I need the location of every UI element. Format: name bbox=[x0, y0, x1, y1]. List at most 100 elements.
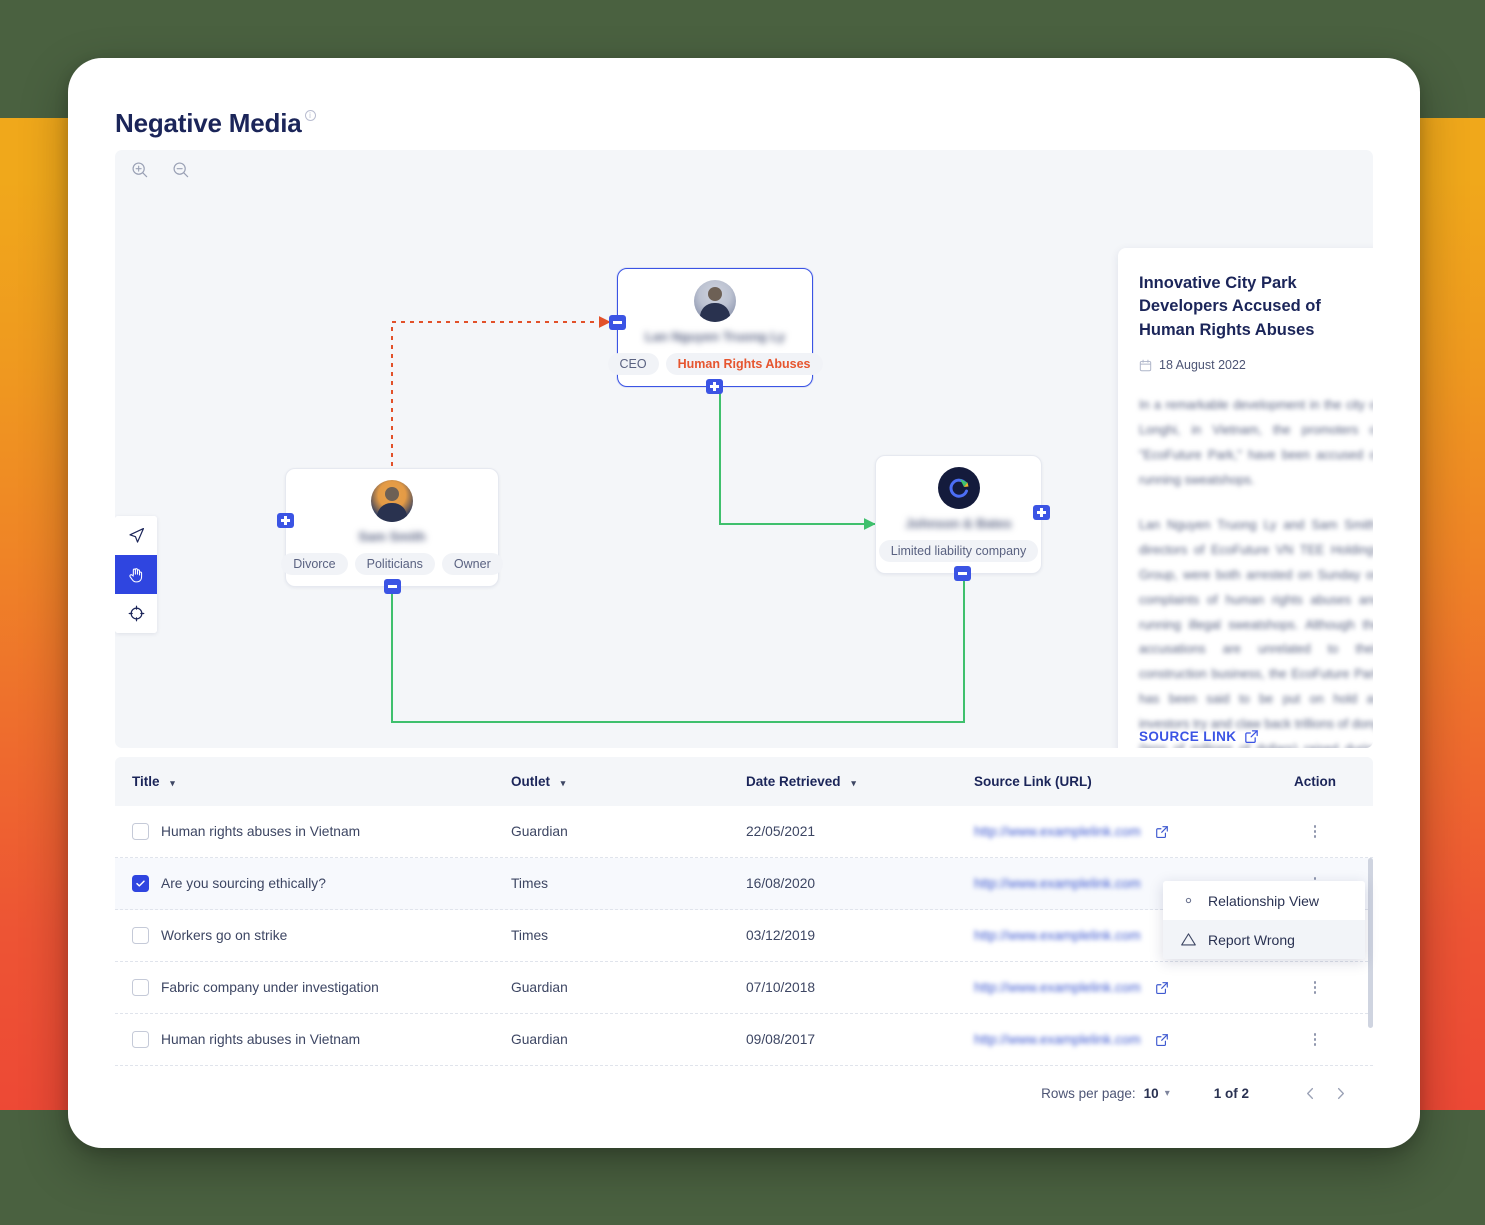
row-context-menu[interactable]: Relationship View Report Wrong bbox=[1163, 881, 1365, 959]
chevron-down-icon[interactable]: ▾ bbox=[1165, 1088, 1170, 1099]
warning-icon bbox=[1181, 933, 1196, 946]
cell-title: Workers go on strike bbox=[161, 928, 288, 943]
rows-per-page-value[interactable]: 10 bbox=[1144, 1086, 1159, 1101]
cell-title: Human rights abuses in Vietnam bbox=[161, 1032, 361, 1047]
graph-tool-palette bbox=[115, 516, 157, 633]
rows-per-page-label: Rows per page: bbox=[1041, 1085, 1136, 1101]
node-tag[interactable]: Owner bbox=[441, 553, 503, 575]
graph-node-person-ceo[interactable]: Lan Nguyen Truong Ly CEO Human Rights Ab… bbox=[607, 268, 823, 394]
relationship-graph-canvas[interactable]: Lan Nguyen Truong Ly CEO Human Rights Ab… bbox=[115, 150, 1373, 748]
source-url-text: http://www.examplelink.com bbox=[974, 824, 1141, 839]
row-checkbox[interactable] bbox=[132, 823, 149, 840]
row-actions-menu-button[interactable] bbox=[1274, 1033, 1356, 1046]
eye-icon bbox=[1185, 897, 1192, 904]
node-handle-collapse-bottom[interactable] bbox=[954, 566, 971, 581]
menu-item-label: Report Wrong bbox=[1208, 931, 1295, 948]
source-url-text: http://www.examplelink.com bbox=[974, 980, 1141, 995]
table-row[interactable]: Human rights abuses in Vietnam Guardian … bbox=[115, 1014, 1373, 1066]
node-handle-expand-right[interactable] bbox=[1033, 505, 1050, 520]
graph-node-company[interactable]: Johnson & Bates Limited liability compan… bbox=[875, 455, 1050, 581]
node-name: Sam Smith bbox=[358, 529, 426, 544]
cell-action bbox=[1274, 825, 1356, 838]
calendar-icon bbox=[1139, 359, 1152, 371]
next-page-button[interactable] bbox=[1325, 1078, 1355, 1108]
info-icon[interactable]: i bbox=[304, 110, 316, 121]
node-handle-expand-left[interactable] bbox=[277, 513, 294, 528]
node-tag[interactable]: CEO bbox=[607, 353, 659, 375]
column-label: Action bbox=[1294, 774, 1336, 789]
node-name: Johnson & Bates bbox=[905, 516, 1012, 531]
article-title: Innovative City Park Developers Accused … bbox=[1139, 274, 1321, 339]
avatar bbox=[371, 480, 413, 522]
article-paragraph: In a remarkable development in the city … bbox=[1139, 398, 1373, 487]
external-link-icon bbox=[1245, 730, 1259, 743]
table-scrollbar[interactable] bbox=[1368, 858, 1373, 1028]
node-tag[interactable]: Divorce bbox=[281, 553, 348, 575]
row-actions-menu-button[interactable] bbox=[1274, 981, 1356, 994]
cell-date: 03/12/2019 bbox=[746, 928, 816, 943]
company-logo-icon bbox=[937, 467, 980, 509]
article-date-row: 18 August 2022 bbox=[1139, 358, 1373, 372]
cell-date: 07/10/2018 bbox=[746, 980, 816, 995]
cell-outlet: Guardian bbox=[511, 1032, 568, 1047]
cell-source-link[interactable]: http://www.examplelink.com bbox=[974, 1032, 1274, 1047]
table-header-row: Title ▾ Outlet ▾ Date Retrieved ▾ Source… bbox=[115, 757, 1373, 806]
cell-outlet: Times bbox=[511, 876, 549, 891]
row-actions-menu-button[interactable] bbox=[1274, 825, 1356, 838]
cell-date: 22/05/2021 bbox=[746, 824, 816, 839]
column-label: Outlet bbox=[511, 774, 550, 789]
sort-caret-icon[interactable]: ▾ bbox=[170, 778, 175, 788]
cell-title: Fabric company under investigation bbox=[161, 980, 379, 995]
node-tags: Limited liability company bbox=[867, 540, 1050, 562]
cell-date: 09/08/2017 bbox=[746, 1032, 816, 1047]
menu-item-label: Relationship View bbox=[1208, 892, 1320, 909]
node-tag[interactable]: Politicians bbox=[354, 553, 435, 575]
column-header-outlet[interactable]: Outlet ▾ bbox=[511, 774, 746, 789]
column-header-title[interactable]: Title ▾ bbox=[115, 774, 511, 789]
node-handle-collapse-left[interactable] bbox=[609, 315, 626, 330]
table-row[interactable]: Fabric company under investigation Guard… bbox=[115, 962, 1373, 1014]
source-url-text: http://www.examplelink.com bbox=[974, 1032, 1141, 1047]
article-date: 18 August 2022 bbox=[1159, 358, 1246, 373]
column-label: Source Link (URL) bbox=[974, 774, 1092, 789]
cell-action bbox=[1274, 1033, 1356, 1046]
app-window: Negative Media i Lan Nguyen Truong Ly CE… bbox=[68, 58, 1420, 1148]
graph-node-person-sam[interactable]: Sam Smith Divorce Politicians Owner bbox=[277, 468, 503, 594]
cell-source-link[interactable]: http://www.examplelink.com bbox=[974, 980, 1274, 995]
node-name: Lan Nguyen Truong Ly bbox=[644, 329, 786, 344]
cell-title: Are you sourcing ethically? bbox=[161, 876, 326, 891]
prev-page-button[interactable] bbox=[1295, 1078, 1325, 1108]
menu-item-relationship-view[interactable]: Relationship View bbox=[1163, 881, 1365, 920]
node-tag-danger[interactable]: Human Rights Abuses bbox=[665, 353, 823, 375]
cell-source-link[interactable]: http://www.examplelink.com bbox=[974, 824, 1274, 839]
source-url-text: http://www.examplelink.com bbox=[974, 928, 1141, 943]
row-checkbox[interactable] bbox=[132, 927, 149, 944]
node-handle-collapse-bottom[interactable] bbox=[384, 579, 401, 594]
sort-caret-icon[interactable]: ▾ bbox=[561, 778, 566, 788]
column-label: Title bbox=[132, 774, 160, 789]
column-header-source-link: Source Link (URL) bbox=[974, 774, 1274, 789]
source-link-button[interactable]: SOURCE LINK bbox=[1139, 729, 1259, 744]
node-tag[interactable]: Limited liability company bbox=[878, 540, 1039, 562]
cell-title: Human rights abuses in Vietnam bbox=[161, 824, 361, 839]
node-tags: CEO Human Rights Abuses bbox=[596, 353, 835, 375]
external-link-icon bbox=[1155, 1033, 1168, 1046]
page-title: Negative Media bbox=[115, 108, 302, 138]
source-url-text: http://www.examplelink.com bbox=[974, 876, 1141, 891]
article-detail-panel: Innovative City Park Developers Accused … bbox=[1118, 248, 1373, 748]
source-link-label: SOURCE LINK bbox=[1139, 729, 1237, 744]
focus-tool[interactable] bbox=[115, 594, 157, 633]
row-checkbox[interactable] bbox=[132, 1031, 149, 1048]
external-link-icon bbox=[1155, 825, 1168, 838]
sort-caret-icon[interactable]: ▾ bbox=[851, 778, 856, 788]
row-checkbox[interactable] bbox=[132, 979, 149, 996]
node-tags: Divorce Politicians Owner bbox=[269, 553, 514, 575]
row-checkbox[interactable] bbox=[132, 875, 149, 892]
column-header-date-retrieved[interactable]: Date Retrieved ▾ bbox=[746, 774, 974, 789]
navigate-tool[interactable] bbox=[115, 516, 157, 555]
column-header-action: Action bbox=[1274, 774, 1356, 789]
node-handle-expand-bottom[interactable] bbox=[706, 379, 723, 394]
menu-item-report-wrong[interactable]: Report Wrong bbox=[1163, 920, 1365, 959]
table-row[interactable]: Human rights abuses in Vietnam Guardian … bbox=[115, 806, 1373, 858]
pan-tool[interactable] bbox=[115, 555, 157, 594]
